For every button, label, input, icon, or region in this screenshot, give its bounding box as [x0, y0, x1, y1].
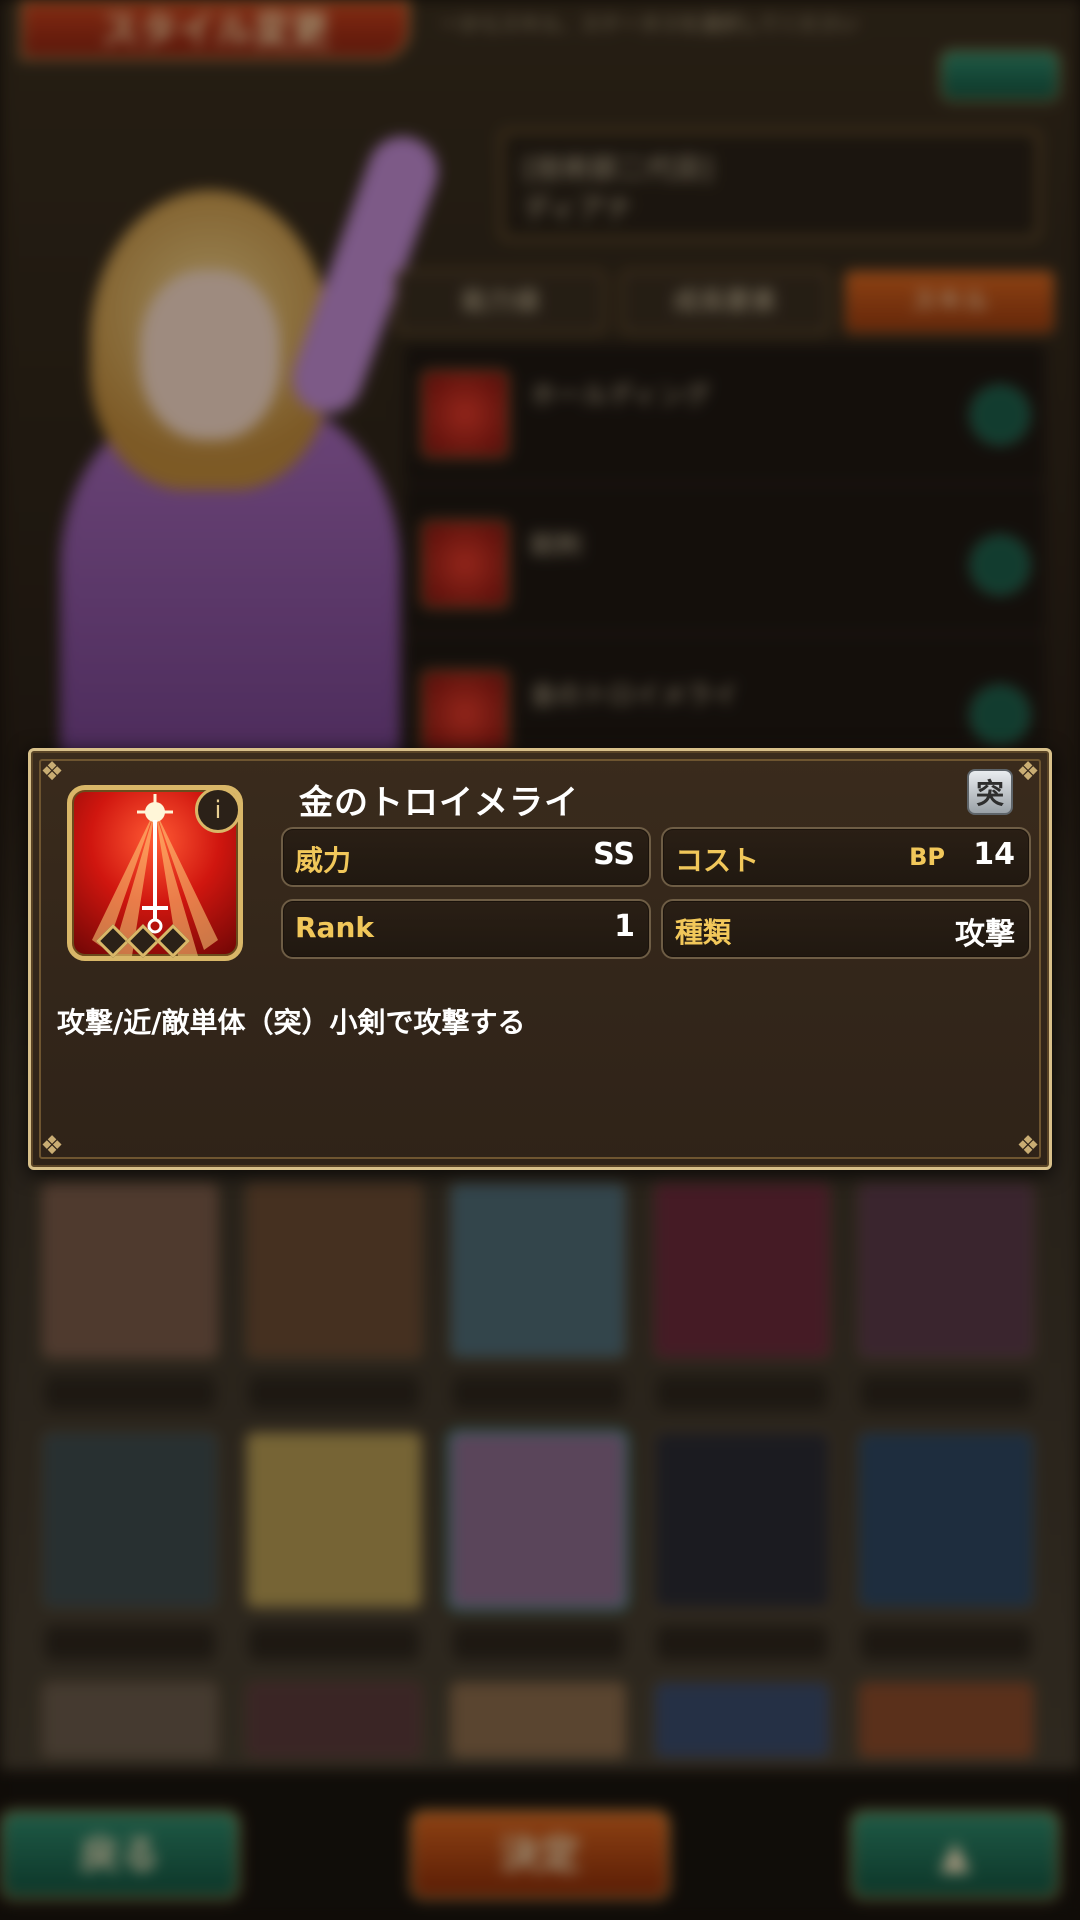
weapon-type-icon: ⅰ: [195, 787, 241, 833]
rank-diamonds: [96, 924, 190, 958]
skill-detail-popup: ❖ ❖ ❖ ❖ ⅰ 金のトロイメライ 突 威力 SS コスト BP 14 Ran…: [28, 748, 1052, 1170]
type-value: 攻撃: [955, 917, 1015, 952]
cost-unit: BP: [909, 843, 945, 871]
power-value: SS: [593, 837, 635, 872]
rank-value: 1: [614, 909, 635, 944]
rank-diamond-icon: [156, 924, 190, 958]
power-label: 威力: [295, 844, 352, 877]
cost-value: 14: [973, 837, 1015, 872]
rank-diamond-icon: [126, 924, 160, 958]
rank-diamond-icon: [96, 924, 130, 958]
skill-description: 攻撃/近/敵単体（突）小剣で攻撃する: [57, 1006, 526, 1039]
cost-stat: コスト BP 14: [661, 827, 1031, 887]
cost-label: コスト: [675, 844, 760, 877]
corner-ornament-icon: ❖: [40, 1131, 64, 1161]
corner-ornament-icon: ❖: [40, 757, 64, 787]
pierce-attribute-icon: 突: [967, 769, 1013, 815]
type-stat: 種類 攻撃: [661, 899, 1031, 959]
power-stat: 威力 SS: [281, 827, 651, 887]
skill-name: 金のトロイメライ: [299, 783, 579, 823]
rank-stat: Rank 1: [281, 899, 651, 959]
corner-ornament-icon: ❖: [1016, 1131, 1040, 1161]
rank-label: Rank: [295, 911, 375, 944]
corner-ornament-icon: ❖: [1016, 757, 1040, 787]
type-label: 種類: [675, 916, 732, 949]
